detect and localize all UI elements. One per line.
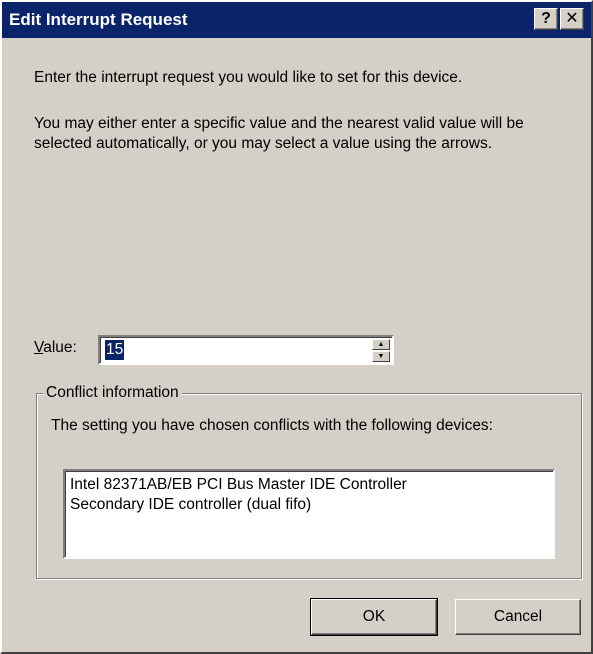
conflict-device-item: Intel 82371AB/EB PCI Bus Master IDE Cont… xyxy=(70,476,407,493)
edit-irq-dialog: Edit Interrupt Request ? ✕ Enter the int… xyxy=(0,0,593,654)
instruction-detail-text: You may either enter a specific value an… xyxy=(34,115,524,152)
value-text[interactable]: 15 xyxy=(105,340,125,360)
spinner: ▲ ▼ xyxy=(372,339,390,362)
spin-down-button[interactable]: ▼ xyxy=(372,351,390,362)
close-icon: ✕ xyxy=(565,10,579,27)
cancel-button[interactable]: Cancel xyxy=(455,599,581,635)
value-label: Value: xyxy=(34,339,77,357)
conflict-device-item: Secondary IDE controller (dual fifo) xyxy=(70,496,312,513)
arrow-up-icon: ▲ xyxy=(377,341,385,348)
help-icon: ? xyxy=(541,10,551,27)
instruction-text: Enter the interrupt request you would li… xyxy=(34,69,463,86)
dialog-title: Edit Interrupt Request xyxy=(9,10,188,29)
value-label-rest: alue: xyxy=(43,339,77,356)
ok-button[interactable]: OK xyxy=(310,598,438,636)
conflict-description: The setting you have chosen conflicts wi… xyxy=(51,417,493,434)
value-label-mnemonic: V xyxy=(34,339,44,356)
conflict-devices-list[interactable]: Intel 82371AB/EB PCI Bus Master IDE Cont… xyxy=(63,469,555,559)
conflict-group-label: Conflict information xyxy=(43,383,182,403)
spin-up-button[interactable]: ▲ xyxy=(372,339,390,350)
close-button[interactable]: ✕ xyxy=(560,8,584,30)
arrow-down-icon: ▼ xyxy=(377,353,385,360)
help-button[interactable]: ? xyxy=(534,8,558,30)
value-spin-input[interactable]: 15 ▲ ▼ xyxy=(98,335,394,365)
conflict-info-group: Conflict information The setting you hav… xyxy=(36,383,582,579)
title-bar[interactable]: Edit Interrupt Request ? ✕ xyxy=(2,2,591,38)
